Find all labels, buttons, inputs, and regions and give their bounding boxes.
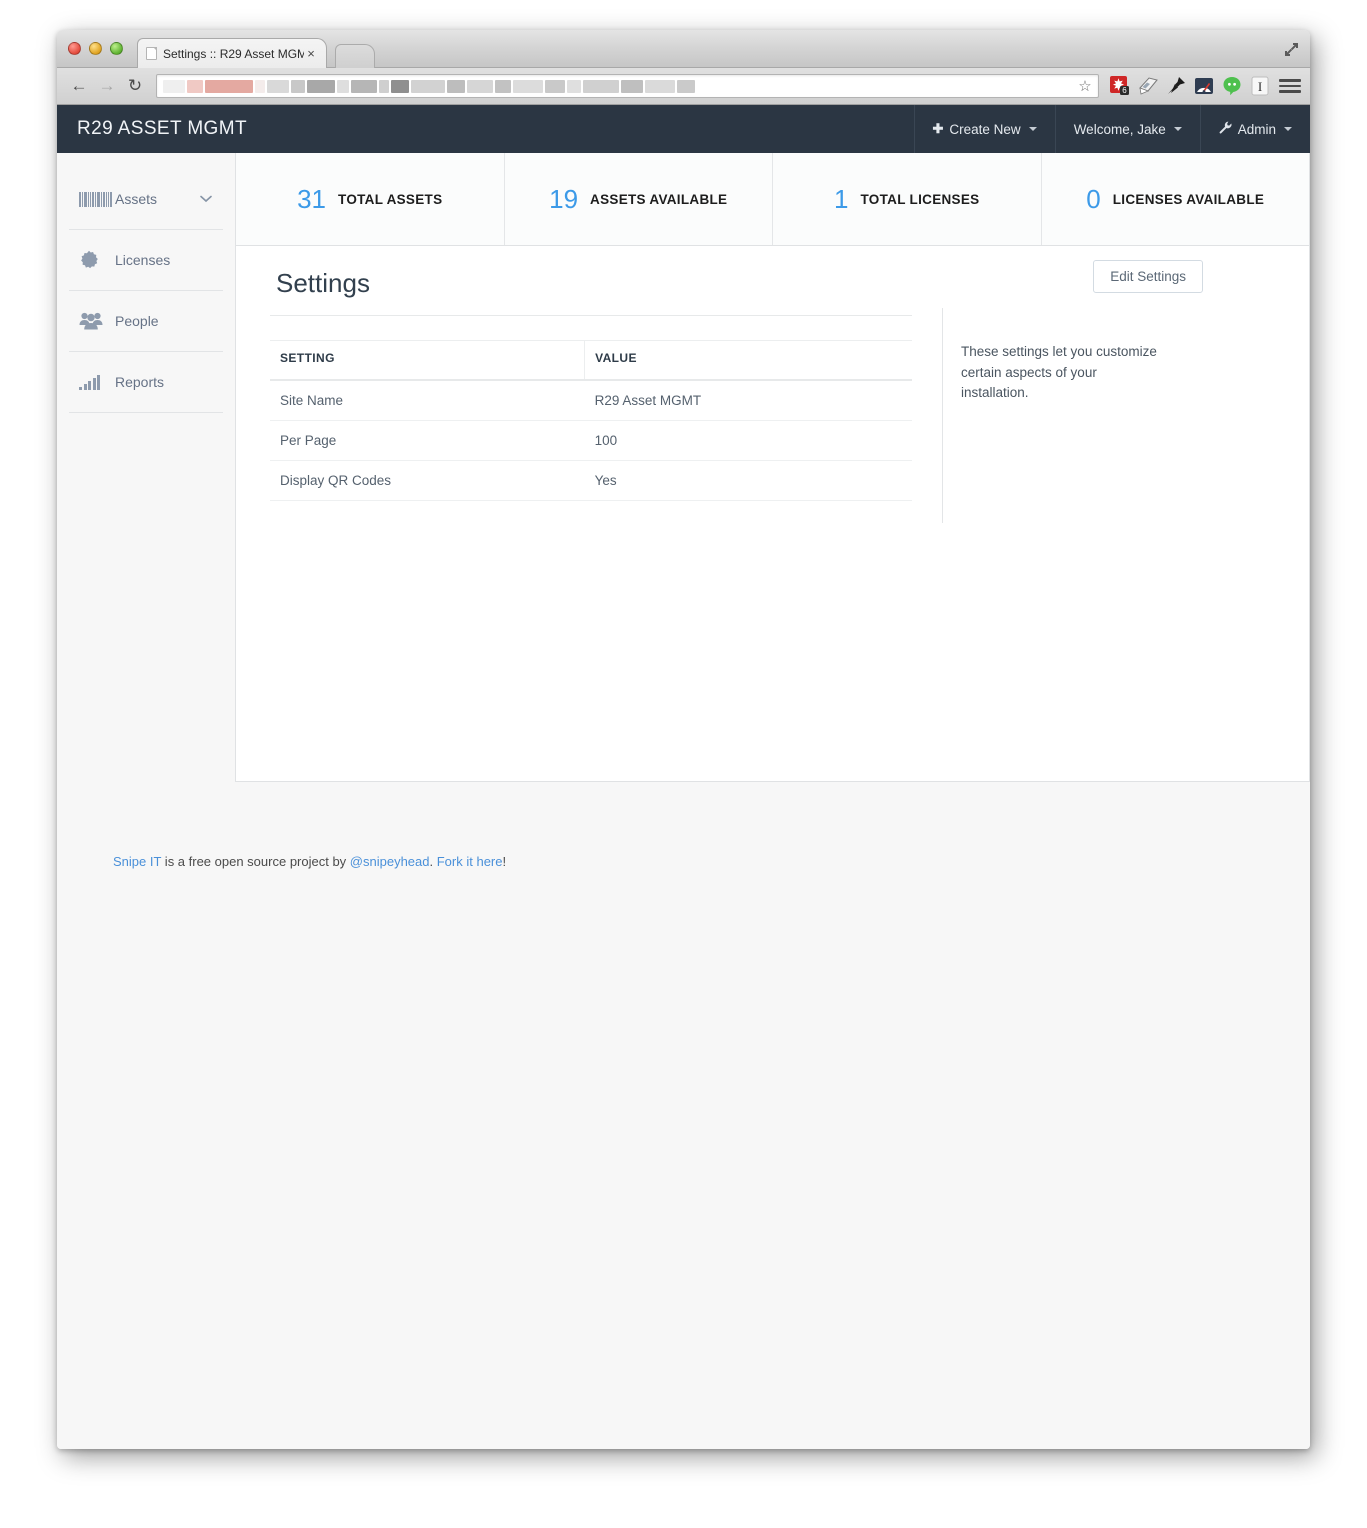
nav-create-new-label: Create New — [949, 121, 1021, 137]
stat-total-licenses-label: TOTAL LICENSES — [860, 191, 980, 207]
nav-create-new[interactable]: ✚ Create New — [913, 105, 1055, 153]
svg-text:6: 6 — [1122, 86, 1127, 95]
footer-text-2: . — [429, 854, 437, 869]
zoom-window-button[interactable] — [110, 42, 123, 55]
table-row: Per Page 100 — [270, 420, 912, 461]
stat-assets-available-label: ASSETS AVAILABLE — [590, 191, 728, 207]
plus-icon: ✚ — [932, 121, 944, 136]
settings-help-column: These settings let you customize certain… — [942, 308, 1222, 523]
tab-title: Settings :: R29 Asset MGMT — [163, 46, 304, 61]
svg-text:I: I — [1258, 79, 1262, 94]
page-layout: Assets Licenses People Reports 31 TOTAL … — [57, 153, 1310, 782]
table-row: Site Name R29 Asset MGMT — [270, 380, 912, 421]
redacted-url-text — [157, 75, 695, 97]
pushpin-icon[interactable] — [1165, 75, 1187, 97]
table-header-row: SETTING VALUE — [270, 340, 912, 381]
expand-window-icon[interactable] — [1283, 41, 1300, 58]
navbar-spacer — [267, 105, 914, 153]
nav-user-menu[interactable]: Welcome, Jake — [1054, 105, 1200, 153]
abp-blocker-icon[interactable]: 6 — [1109, 75, 1131, 97]
sidebar-item-reports[interactable]: Reports — [69, 352, 223, 413]
nav-admin-menu[interactable]: Admin — [1199, 105, 1310, 153]
browser-toolbar: ← → ↻ ☆ 6 I — [57, 68, 1310, 105]
column-header-setting: SETTING — [270, 340, 586, 381]
stat-licenses-available-label: LICENSES AVAILABLE — [1112, 191, 1265, 207]
reload-button[interactable]: ↻ — [122, 73, 148, 99]
settings-help-text: These settings let you customize certain… — [961, 344, 1157, 401]
hangouts-icon[interactable] — [1221, 75, 1243, 97]
window-controls — [68, 42, 123, 55]
edit-settings-button[interactable]: Edit Settings — [1093, 260, 1203, 293]
sidebar-item-people[interactable]: People — [69, 291, 223, 352]
settings-table: SETTING VALUE Site Name R29 Asset MGMT P… — [270, 340, 912, 501]
cell-value: R29 Asset MGMT — [584, 380, 912, 421]
stat-licenses-available[interactable]: 0 LICENSES AVAILABLE — [1042, 153, 1310, 245]
sidebar-item-assets[interactable]: Assets — [69, 169, 223, 230]
wrench-icon — [1219, 121, 1232, 137]
sidebar: Assets Licenses People Reports — [57, 153, 235, 413]
nav-admin-menu-label: Admin — [1237, 121, 1276, 137]
stat-total-assets[interactable]: 31 TOTAL ASSETS — [236, 153, 505, 245]
settings-main-column: Settings SETTING VALUE Site Name R29 Ass… — [270, 268, 942, 523]
speedtest-icon[interactable] — [1193, 75, 1215, 97]
page-title: Settings — [270, 268, 912, 316]
footer-text-1: is a free open source project by — [161, 854, 350, 869]
stat-total-licenses-value: 1 — [834, 184, 849, 214]
footer-link-author[interactable]: @snipeyhead — [350, 854, 430, 869]
back-button[interactable]: ← — [66, 73, 92, 99]
forward-button[interactable]: → — [94, 73, 120, 99]
stat-total-assets-value: 31 — [297, 184, 327, 214]
stat-total-assets-label: TOTAL ASSETS — [338, 191, 443, 207]
bookmark-star-icon[interactable]: ☆ — [1076, 78, 1094, 96]
stat-total-licenses[interactable]: 1 TOTAL LICENSES — [773, 153, 1042, 245]
stats-bar: 31 TOTAL ASSETS 19 ASSETS AVAILABLE 1 TO… — [236, 153, 1309, 246]
close-window-button[interactable] — [68, 42, 81, 55]
cell-setting: Per Page — [270, 420, 585, 461]
chevron-down-icon — [1284, 127, 1292, 131]
minimize-window-button[interactable] — [89, 42, 102, 55]
cell-value: Yes — [584, 460, 912, 501]
nav-user-menu-label: Welcome, Jake — [1073, 121, 1166, 137]
bar-chart-icon — [79, 374, 105, 390]
cell-setting: Display QR Codes — [270, 460, 585, 501]
stat-assets-available-value: 19 — [549, 184, 579, 214]
chevron-down-icon — [1028, 127, 1037, 131]
sidebar-item-licenses[interactable]: Licenses — [69, 230, 223, 291]
address-bar[interactable]: ☆ — [156, 74, 1099, 98]
stat-licenses-available-value: 0 — [1086, 184, 1101, 214]
stat-assets-available[interactable]: 19 ASSETS AVAILABLE — [505, 153, 773, 245]
column-header-value: VALUE — [584, 340, 912, 381]
footer-link-fork[interactable]: Fork it here — [437, 854, 503, 869]
browser-tab[interactable]: Settings :: R29 Asset MGMT × — [137, 38, 327, 68]
app-brand[interactable]: R29 ASSET MGMT — [57, 105, 267, 153]
cell-setting: Site Name — [270, 380, 585, 421]
footer-text-3: ! — [502, 854, 507, 869]
app-navbar: R29 ASSET MGMT ✚ Create New Welcome, Jak… — [57, 105, 1310, 153]
close-tab-icon[interactable]: × — [304, 47, 318, 60]
page-footer: Snipe IT is a free open source project b… — [57, 782, 1310, 869]
sidebar-item-reports-label: Reports — [115, 374, 165, 390]
instapaper-icon[interactable]: I — [1249, 75, 1271, 97]
barcode-icon — [79, 191, 112, 207]
extension-toolbar: 6 I — [1107, 75, 1271, 97]
evernote-clipper-icon[interactable] — [1137, 75, 1159, 97]
chevron-down-icon — [1173, 127, 1182, 131]
sidebar-item-assets-label: Assets — [115, 191, 158, 207]
chevron-down-icon[interactable] — [199, 195, 213, 203]
sidebar-item-people-label: People — [115, 313, 159, 329]
seal-icon — [79, 250, 105, 270]
footer-link-snipeit[interactable]: Snipe IT — [113, 854, 161, 869]
content-card: 31 TOTAL ASSETS 19 ASSETS AVAILABLE 1 TO… — [235, 153, 1310, 782]
page-favicon-icon — [146, 47, 157, 60]
people-icon — [79, 312, 105, 330]
new-tab-button[interactable] — [335, 44, 375, 68]
table-row: Display QR Codes Yes — [270, 460, 912, 501]
hamburger-menu-icon[interactable] — [1279, 75, 1301, 97]
browser-titlebar: Settings :: R29 Asset MGMT × — [57, 30, 1310, 68]
sidebar-item-licenses-label: Licenses — [115, 252, 171, 268]
page-viewport: R29 ASSET MGMT ✚ Create New Welcome, Jak… — [57, 105, 1310, 1449]
cell-value: 100 — [584, 420, 912, 461]
browser-window: Settings :: R29 Asset MGMT × ← → ↻ ☆ 6 I… — [57, 30, 1310, 1449]
